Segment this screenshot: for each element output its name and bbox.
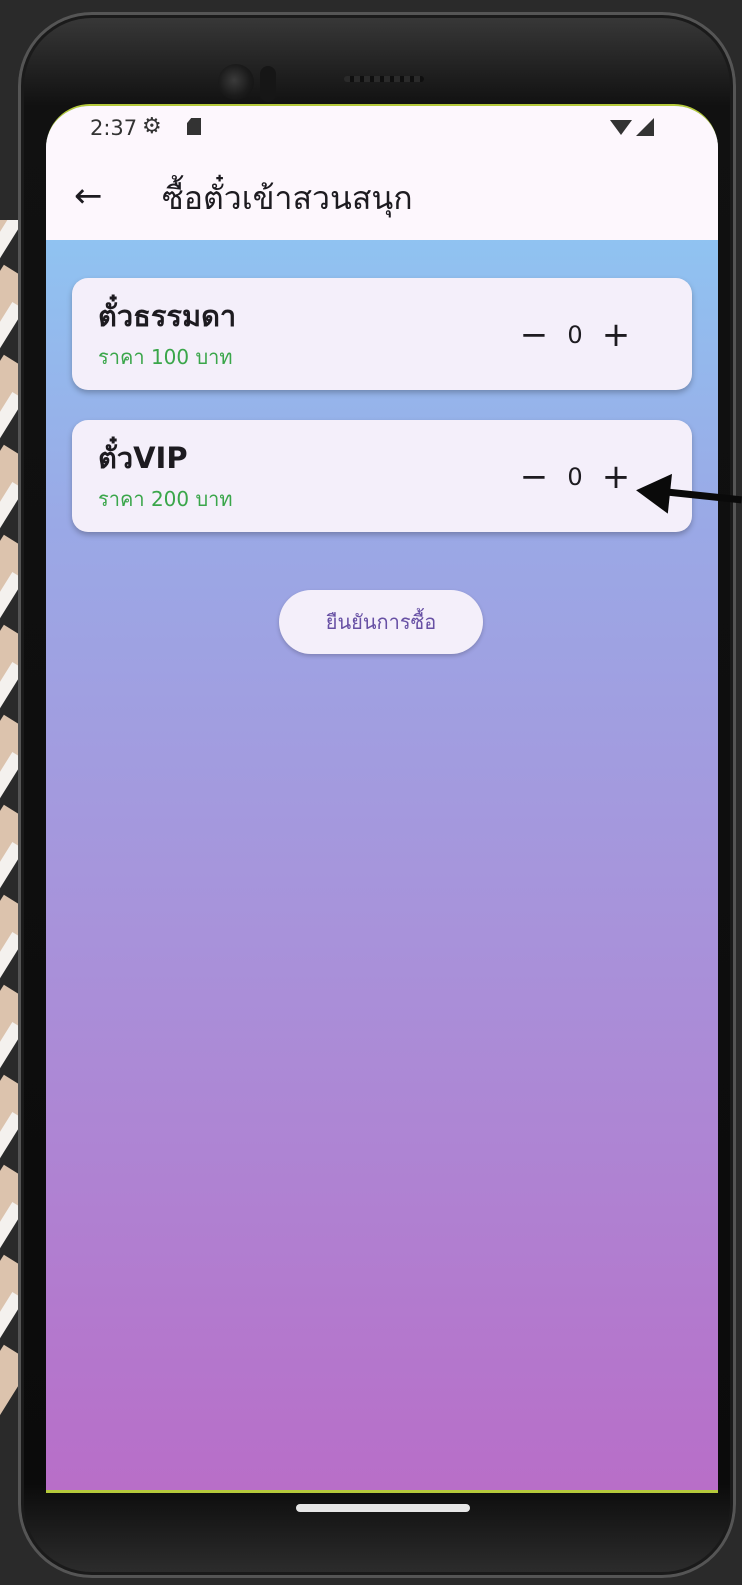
- confirm-purchase-button[interactable]: ยืนยันการซื้อ: [279, 590, 483, 654]
- quantity-value: 0: [567, 321, 583, 349]
- annotation-arrow-icon: [634, 470, 672, 514]
- decrement-button[interactable]: −: [514, 312, 554, 358]
- ticket-name: ตั๋วธรรมดา: [98, 299, 237, 333]
- page-title: ซื้อตั๋วเข้าสวนสนุก: [162, 179, 413, 217]
- screen-edge-line: [46, 1490, 718, 1493]
- quantity-stepper: − 0 +: [514, 312, 636, 358]
- arrow-left-icon[interactable]: ←: [74, 176, 103, 216]
- quantity-stepper: − 0 +: [514, 454, 636, 500]
- ticket-price: ราคา 100 บาท: [98, 345, 233, 369]
- home-indicator[interactable]: [296, 1504, 470, 1512]
- proximity-sensor: [260, 66, 276, 102]
- ticket-card-regular: ตั๋วธรรมดา ราคา 100 บาท − 0 +: [72, 278, 692, 390]
- earpiece-speaker: [344, 76, 424, 82]
- increment-button[interactable]: +: [596, 312, 636, 358]
- signal-icon: [636, 118, 654, 136]
- status-bar: 2:37 ⚙: [46, 106, 718, 158]
- ticket-card-vip: ตั๋วVIP ราคา 200 บาท − 0 +: [72, 420, 692, 532]
- sd-card-icon: [187, 118, 201, 135]
- front-camera-icon: [218, 64, 254, 100]
- increment-button[interactable]: +: [596, 454, 636, 500]
- screenshot-stage: 2:37 ⚙ ← ซื้อตั๋วเข้าสวนสนุก ตั๋วธรรมดา …: [0, 0, 742, 1585]
- gear-icon: ⚙: [142, 114, 162, 139]
- ticket-name: ตั๋วVIP: [98, 441, 188, 475]
- quantity-value: 0: [567, 463, 583, 491]
- decrement-button[interactable]: −: [514, 454, 554, 500]
- wifi-icon: [610, 120, 632, 135]
- app-screen: 2:37 ⚙ ← ซื้อตั๋วเข้าสวนสนุก ตั๋วธรรมดา …: [46, 104, 718, 1492]
- status-time: 2:37: [90, 116, 138, 140]
- app-bar: ← ซื้อตั๋วเข้าสวนสนุก: [46, 158, 718, 240]
- ticket-price: ราคา 200 บาท: [98, 487, 233, 511]
